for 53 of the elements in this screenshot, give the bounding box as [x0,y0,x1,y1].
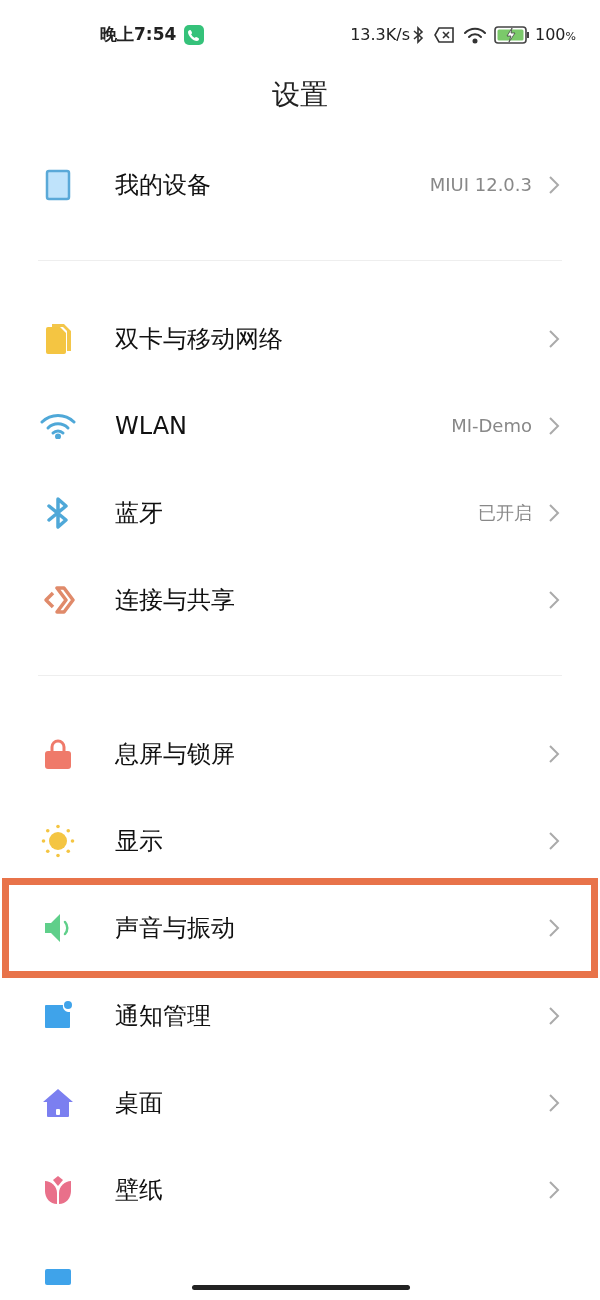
chevron-right-icon [548,1005,560,1026]
house-icon [42,1087,74,1118]
sun-icon [41,823,75,858]
row-label: 声音与振动 [115,913,235,944]
chevron-right-icon [548,415,560,436]
row-label: 壁纸 [115,1174,163,1206]
wifi-icon [40,412,76,439]
chevron-right-icon [548,502,560,523]
settings-row[interactable]: WLAN MI-Demo [0,382,600,469]
row-label: 桌面 [115,1087,163,1119]
settings-row[interactable]: 声音与振动 [2,878,598,978]
row-value: MIUI 12.0.3 [429,173,532,197]
settings-row[interactable]: 桌面 [0,1059,600,1146]
row-label: 蓝牙 [115,497,163,529]
chevron-right-icon [548,328,560,349]
clock-time: 晚上7:54 [100,23,177,47]
notification-icon [43,1000,73,1031]
row-label: 通知管理 [115,1000,211,1032]
row-label: 显示 [115,825,163,857]
row-label: 息屏与锁屏 [115,738,235,770]
wifi-icon [464,26,486,44]
tulip-icon [43,1174,73,1205]
settings-row[interactable]: 我的设备 MIUI 12.0.3 [0,141,600,228]
battery-icon [494,26,530,44]
row-label: 双卡与移动网络 [115,323,283,355]
row-value: MI-Demo [451,414,532,438]
chevron-right-icon [548,830,560,851]
row-value: 已开启 [478,501,532,525]
settings-row[interactable]: 双卡与移动网络 [0,295,600,382]
settings-row[interactable]: 连接与共享 [0,556,600,643]
chevron-right-icon [548,589,560,610]
chevron-right-icon [548,1092,560,1113]
chevron-right-icon [548,743,560,764]
rectangle-icon [44,1267,72,1286]
row-label: WLAN [115,410,188,442]
settings-row[interactable]: 蓝牙 已开启 [0,469,600,556]
settings-row[interactable]: 壁纸 [0,1146,600,1233]
chevron-right-icon [548,1179,560,1200]
sim-cards-icon [44,322,72,355]
settings-row[interactable]: 息屏与锁屏 [0,710,600,797]
row-label: 我的设备 [115,169,211,201]
bluetooth-icon [412,26,424,44]
network-speed: 13.3K/s [350,24,410,46]
chevron-right-icon [548,918,560,938]
battery-percent: 100% [535,24,576,46]
diamond-arrows-icon [41,584,75,615]
tablet-icon [45,168,71,201]
page-title: 设置 [271,77,329,113]
phone-call-icon [184,25,205,45]
lock-icon [44,737,72,770]
row-label: 连接与共享 [115,584,235,616]
sim-missing-icon [434,27,454,43]
chevron-right-icon [548,174,560,195]
